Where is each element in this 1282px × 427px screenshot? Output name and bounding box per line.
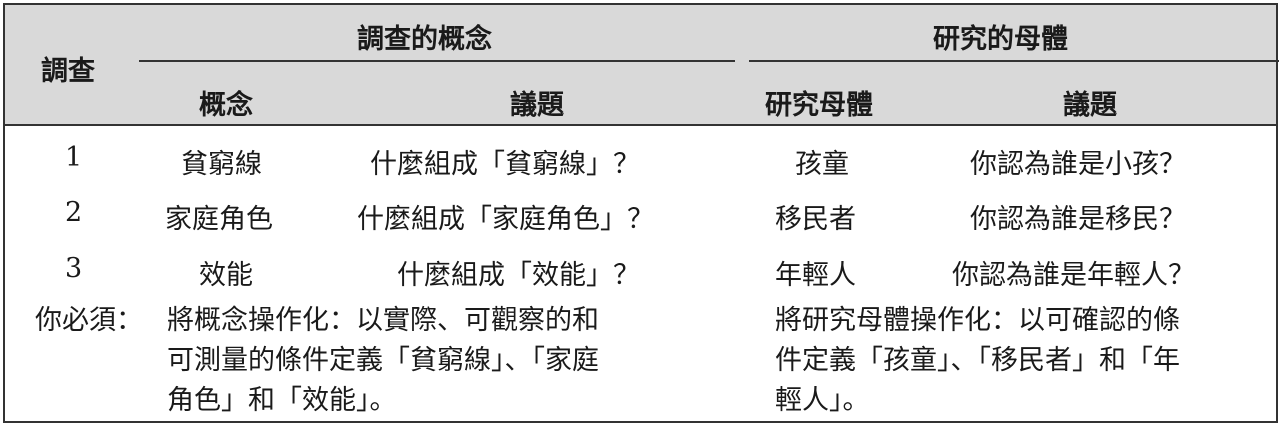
- header-survey: 調查: [41, 56, 95, 87]
- header-col-population: 研究母體: [765, 90, 873, 121]
- row-3-issue-1: 什麼組成「效能」？: [397, 260, 640, 291]
- footer-lead: 你必須：: [35, 305, 143, 336]
- row-2-population: 移民者: [775, 204, 856, 235]
- header-underline-concept: [139, 60, 735, 62]
- row-3-number: 3: [65, 253, 83, 284]
- row-1-issue-1: 什麼組成「貧窮線」？: [370, 149, 640, 180]
- row-2-number: 2: [65, 197, 83, 228]
- row-1-population: 孩童: [795, 149, 849, 180]
- operationalization-table: 調查 調查的概念 研究的母體 概念 議題 研究母體 議題 1 貧窮線 什麼組成「…: [3, 3, 1279, 423]
- footer-right-line-2: 件定義「孩童」、「移民者」和「年: [775, 345, 1180, 376]
- row-2-issue-2: 你認為誰是移民？: [970, 204, 1186, 235]
- footer-right-line-1: 將研究母體操作化：以可確認的條: [775, 305, 1180, 336]
- footer-left-line-3: 角色」和「效能」。: [167, 385, 397, 416]
- footer-left-line-1: 將概念操作化：以實際、可觀察的和: [167, 305, 599, 336]
- row-3-concept: 效能: [199, 260, 253, 291]
- row-3-issue-2: 你認為誰是年輕人？: [952, 260, 1195, 291]
- header-bottom-rule: [5, 124, 1276, 126]
- row-1-concept: 貧窮線: [181, 149, 262, 180]
- header-underline-population: [749, 60, 1279, 62]
- row-2-issue-1: 什麼組成「家庭角色」？: [357, 204, 654, 235]
- row-3-population: 年輕人: [775, 260, 856, 291]
- header-col-issue-2: 議題: [1063, 90, 1117, 121]
- footer-right-line-3: 輕人」。: [775, 385, 870, 416]
- header-group-population: 研究的母體: [933, 24, 1068, 55]
- row-1-issue-2: 你認為誰是小孩？: [970, 149, 1186, 180]
- header-col-concept: 概念: [199, 90, 253, 121]
- header-group-concept: 調查的概念: [357, 24, 492, 55]
- footer-left-line-2: 可測量的條件定義「貧窮線」、「家庭: [167, 345, 599, 376]
- row-1-number: 1: [65, 142, 83, 173]
- footer-left-note: 將概念操作化：以實際、可觀察的和 可測量的條件定義「貧窮線」、「家庭 角色」和「…: [167, 301, 599, 421]
- header-col-issue-1: 議題: [510, 90, 564, 121]
- footer-right-note: 將研究母體操作化：以可確認的條 件定義「孩童」、「移民者」和「年 輕人」。: [775, 301, 1180, 421]
- row-2-concept: 家庭角色: [165, 204, 273, 235]
